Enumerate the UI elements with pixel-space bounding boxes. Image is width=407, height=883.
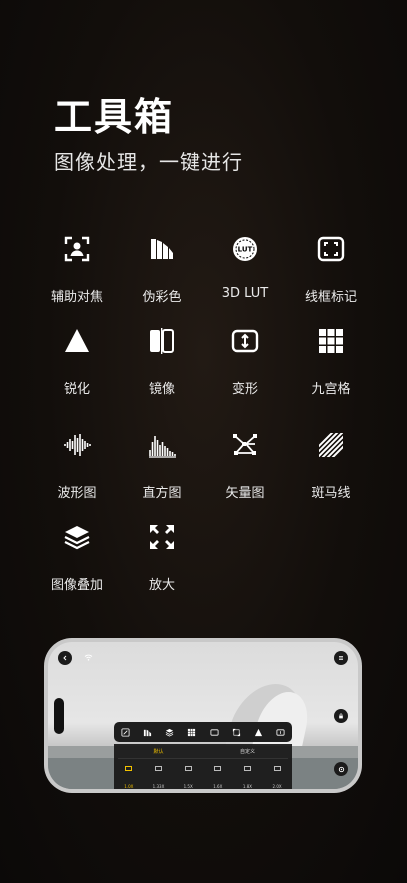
grid-icon bbox=[319, 329, 343, 353]
film-icon bbox=[154, 766, 162, 771]
preset-list: 1.0X 1.33X 1.5X 1.6X 1.8X 2.0X bbox=[114, 759, 292, 789]
gear-icon bbox=[338, 766, 344, 772]
anamorphic-panel: 默认 自定义 1.0X 1.33X 1.5X 1.6X 1.8X 2.0X bbox=[114, 744, 292, 789]
tool-label: 九宫格 bbox=[311, 382, 351, 397]
tool-3d-lut[interactable]: LUT 3D LUT bbox=[195, 234, 295, 301]
edit-icon[interactable] bbox=[121, 727, 130, 737]
preset-option[interactable]: 1.8X bbox=[235, 766, 259, 789]
tool-zebra[interactable]: 斑马线 bbox=[281, 430, 381, 501]
preset-option[interactable]: 1.33X bbox=[146, 766, 170, 789]
phone-mockup: 默认 自定义 1.0X 1.33X 1.5X 1.6X 1.8X 2.0X bbox=[44, 638, 362, 793]
preset-option[interactable]: 1.6X bbox=[206, 766, 230, 789]
frame-marker-icon bbox=[317, 236, 345, 262]
sharpen-icon[interactable] bbox=[254, 728, 263, 737]
preset-option[interactable]: 2.0X bbox=[265, 766, 289, 789]
preset-option[interactable]: 1.5X bbox=[176, 766, 200, 789]
film-icon bbox=[273, 766, 281, 771]
tool-grid[interactable]: 九宫格 bbox=[281, 326, 381, 397]
waveform-icon bbox=[64, 434, 91, 456]
svg-text:LUT: LUT bbox=[238, 246, 253, 254]
zebra-icon bbox=[319, 433, 343, 457]
overlay-icon[interactable] bbox=[165, 728, 174, 737]
preset-option[interactable]: 1.0X bbox=[117, 766, 141, 789]
tool-frame-marker[interactable]: 线框标记 bbox=[281, 234, 381, 305]
anamorphic-icon bbox=[231, 329, 259, 353]
tool-anamorphic[interactable]: 变形 bbox=[195, 326, 295, 397]
histogram-icon bbox=[149, 436, 176, 458]
tab-custom[interactable]: 自定义 bbox=[203, 748, 292, 755]
chevron-left-icon bbox=[63, 655, 67, 661]
vectorscope-icon bbox=[233, 434, 257, 455]
overlay-icon bbox=[64, 526, 90, 550]
zoom-icon bbox=[150, 525, 174, 549]
wifi-icon bbox=[84, 654, 93, 661]
page-subtitle: 图像处理，一键进行 bbox=[54, 150, 243, 174]
lock-button[interactable] bbox=[334, 709, 348, 723]
focus-assist-icon bbox=[64, 236, 90, 262]
settings-button[interactable] bbox=[334, 762, 348, 776]
menu-icon bbox=[339, 656, 343, 660]
zoom-icon[interactable] bbox=[232, 728, 241, 737]
lut-icon: LUT bbox=[233, 237, 257, 261]
grid-icon[interactable] bbox=[187, 728, 196, 737]
false-color-icon[interactable] bbox=[143, 728, 152, 737]
anamorphic-icon[interactable] bbox=[276, 728, 285, 737]
dynamic-island bbox=[54, 698, 64, 734]
tool-label: 线框标记 bbox=[304, 290, 357, 305]
camera-preview: 默认 自定义 1.0X 1.33X 1.5X 1.6X 1.8X 2.0X bbox=[48, 642, 358, 789]
film-icon bbox=[243, 766, 251, 771]
menu-button[interactable] bbox=[334, 651, 348, 665]
frame-marker-icon[interactable] bbox=[210, 728, 219, 737]
tool-label: 矢量图 bbox=[225, 486, 265, 501]
lock-icon bbox=[339, 713, 343, 719]
tool-toolbar bbox=[114, 722, 292, 742]
back-button[interactable] bbox=[58, 651, 72, 665]
tool-label: 3D LUT bbox=[221, 286, 269, 301]
film-icon bbox=[214, 766, 222, 771]
film-icon bbox=[125, 766, 133, 771]
mirror-icon bbox=[150, 328, 174, 354]
tool-zoom[interactable]: 放大 bbox=[112, 522, 212, 593]
tool-vectorscope[interactable]: 矢量图 bbox=[195, 430, 295, 501]
panel-tabs: 默认 自定义 bbox=[114, 744, 292, 758]
page-title: 工具箱 bbox=[54, 95, 175, 139]
tool-label: 变形 bbox=[231, 382, 258, 397]
film-icon bbox=[184, 766, 192, 771]
sharpen-icon bbox=[65, 329, 89, 352]
tool-label: 放大 bbox=[148, 578, 175, 593]
tool-label: 斑马线 bbox=[311, 486, 351, 501]
tab-default[interactable]: 默认 bbox=[114, 748, 203, 755]
false-color-icon bbox=[151, 239, 173, 259]
